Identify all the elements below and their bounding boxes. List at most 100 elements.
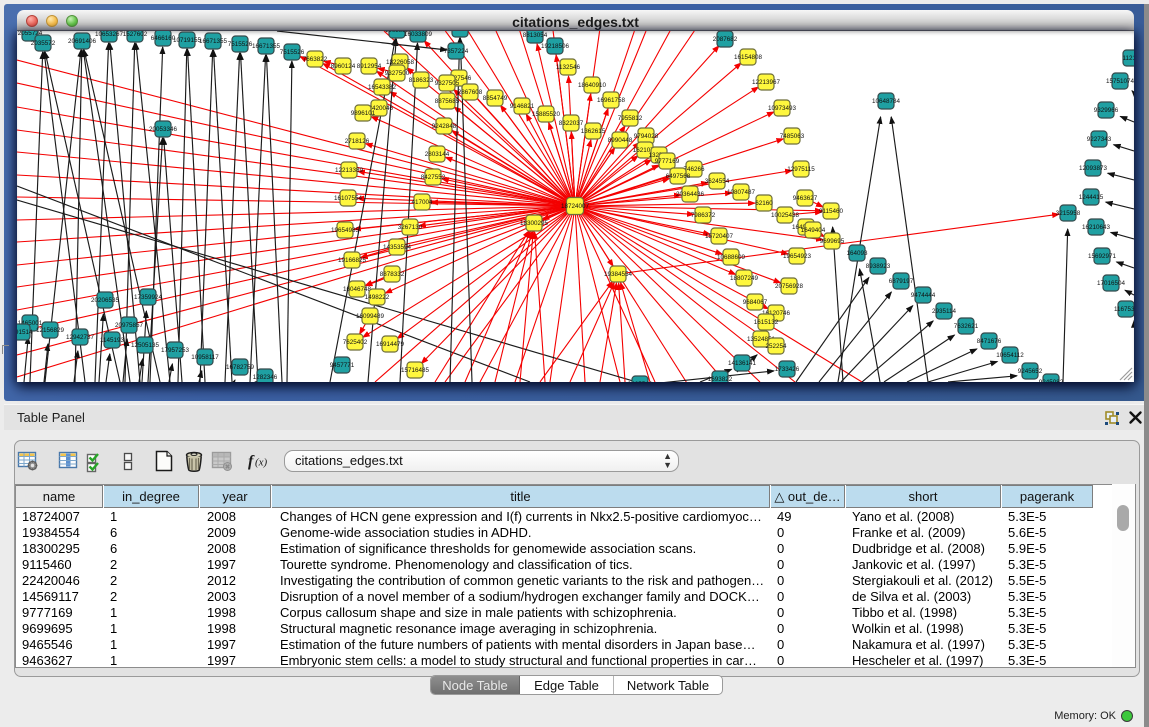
svg-text:16107554: 16107554 xyxy=(334,195,363,202)
svg-text:9115460: 9115460 xyxy=(819,208,844,215)
svg-text:10654112: 10654112 xyxy=(996,352,1024,359)
svg-text:12942737: 12942737 xyxy=(66,334,95,341)
svg-text:1733426: 1733426 xyxy=(775,366,800,373)
svg-text:15720407: 15720407 xyxy=(705,233,734,240)
svg-text:16961758: 16961758 xyxy=(597,97,626,104)
svg-text:20206535: 20206535 xyxy=(91,297,120,304)
svg-text:7955812: 7955812 xyxy=(618,115,643,122)
svg-text:8854749: 8854749 xyxy=(483,95,508,102)
svg-text:1362615: 1362615 xyxy=(581,128,606,135)
svg-text:9146821: 9146821 xyxy=(510,103,535,110)
svg-text:1167533: 1167533 xyxy=(1114,306,1134,313)
svg-text:20691406: 20691406 xyxy=(68,38,97,45)
svg-text:8322037: 8322037 xyxy=(559,120,584,127)
svg-text:12505135: 12505135 xyxy=(131,342,160,349)
svg-text:8813054: 8813054 xyxy=(448,31,473,33)
svg-text:15885520: 15885520 xyxy=(532,111,561,118)
svg-text:3624554: 3624554 xyxy=(705,178,730,185)
svg-text:2935114: 2935114 xyxy=(932,308,957,315)
svg-text:10653267: 10653267 xyxy=(95,31,124,38)
svg-text:17957253: 17957253 xyxy=(161,347,190,354)
svg-text:1527602: 1527602 xyxy=(123,31,148,38)
svg-text:1615132: 1615132 xyxy=(754,319,779,326)
svg-text:9684067: 9684067 xyxy=(743,299,768,306)
svg-text:8960124: 8960124 xyxy=(331,63,356,70)
svg-text:16671355: 16671355 xyxy=(199,38,228,45)
svg-text:16099489: 16099489 xyxy=(356,313,385,320)
svg-text:15692971: 15692971 xyxy=(1088,253,1117,260)
svg-text:15751074: 15751074 xyxy=(1106,78,1134,85)
svg-text:16914479: 16914479 xyxy=(376,341,405,348)
svg-text:10958117: 10958117 xyxy=(191,354,219,361)
svg-text:9242848: 9242848 xyxy=(432,123,457,130)
svg-text:9474444: 9474444 xyxy=(911,292,936,299)
svg-text:6879197: 6879197 xyxy=(889,278,914,285)
svg-text:19654985: 19654985 xyxy=(331,227,360,234)
svg-text:7625402: 7625402 xyxy=(343,339,368,346)
svg-text:2087682: 2087682 xyxy=(713,36,738,43)
svg-text:2803144: 2803144 xyxy=(425,151,450,158)
svg-text:20053346: 20053346 xyxy=(149,126,178,133)
svg-text:62160: 62160 xyxy=(755,200,773,207)
svg-text:8186323: 8186323 xyxy=(409,77,434,84)
svg-text:11218: 11218 xyxy=(1122,55,1134,62)
svg-text:14353594: 14353594 xyxy=(383,244,412,251)
svg-text:17359924: 17359924 xyxy=(134,294,163,301)
svg-text:12213389: 12213389 xyxy=(335,167,364,174)
svg-text:7632621: 7632621 xyxy=(954,323,979,330)
svg-text:18807249: 18807249 xyxy=(730,275,759,282)
svg-text:9777169: 9777169 xyxy=(655,158,680,165)
svg-text:16210643: 16210643 xyxy=(1082,224,1111,231)
svg-text:9245652: 9245652 xyxy=(1018,368,1043,375)
svg-text:8427552: 8427552 xyxy=(421,174,446,181)
svg-text:(x): (x) xyxy=(255,457,268,469)
svg-text:16782759: 16782759 xyxy=(226,364,255,371)
svg-text:16154808: 16154808 xyxy=(734,54,763,61)
svg-text:17016504: 17016504 xyxy=(1097,280,1126,287)
svg-text:7515526: 7515526 xyxy=(280,49,305,56)
svg-text:2718126: 2718126 xyxy=(345,138,370,145)
svg-text:1693822: 1693822 xyxy=(708,376,733,382)
svg-text:10807487: 10807487 xyxy=(727,189,756,196)
svg-text:8875685: 8875685 xyxy=(435,98,460,105)
svg-text:16033809: 16033809 xyxy=(404,31,433,38)
svg-text:16543382: 16543382 xyxy=(368,84,397,91)
svg-text:18300295: 18300295 xyxy=(520,220,549,227)
svg-text:8471676: 8471676 xyxy=(977,338,1002,345)
svg-text:7986372: 7986372 xyxy=(691,212,716,219)
svg-text:10719155: 10719155 xyxy=(173,37,202,44)
svg-text:3267130: 3267130 xyxy=(398,224,423,231)
svg-text:3215958: 3215958 xyxy=(1056,210,1081,217)
svg-text:19166825: 19166825 xyxy=(338,257,367,264)
svg-text:9329966: 9329966 xyxy=(1094,107,1119,114)
svg-text:12093873: 12093873 xyxy=(1079,165,1108,172)
svg-text:9327505: 9327505 xyxy=(435,80,460,87)
svg-text:20364436: 20364436 xyxy=(676,191,705,198)
svg-text:14136141: 14136141 xyxy=(728,360,757,367)
svg-text:10973493: 10973493 xyxy=(768,105,797,112)
svg-text:16671355: 16671355 xyxy=(252,43,281,50)
svg-text:8912954: 8912954 xyxy=(357,63,382,70)
svg-text:9794028: 9794028 xyxy=(634,133,659,140)
svg-text:18724007: 18724007 xyxy=(561,203,590,210)
svg-text:18640910: 18640910 xyxy=(578,82,607,89)
svg-text:164093: 164093 xyxy=(846,250,868,257)
svg-text:6497568: 6497568 xyxy=(666,173,691,180)
svg-text:1498222: 1498222 xyxy=(365,294,390,301)
svg-text:1282346: 1282346 xyxy=(253,374,278,381)
svg-text:2867608: 2867608 xyxy=(458,89,483,96)
svg-text:20975857: 20975857 xyxy=(115,322,144,329)
svg-text:19654923: 19654923 xyxy=(783,253,812,260)
svg-text:8813054: 8813054 xyxy=(523,32,548,39)
svg-text:1244415: 1244415 xyxy=(1079,194,1104,201)
svg-text:20756928: 20756928 xyxy=(775,283,804,290)
svg-text:10648784: 10648784 xyxy=(872,98,901,105)
svg-text:252254: 252254 xyxy=(765,343,787,350)
svg-text:19384554: 19384554 xyxy=(604,271,633,278)
svg-text:16046748: 16046748 xyxy=(343,286,372,293)
svg-text:9465546: 9465546 xyxy=(628,381,653,382)
svg-text:9457771: 9457771 xyxy=(330,362,355,369)
svg-text:10688609: 10688609 xyxy=(717,254,746,261)
svg-text:8938923: 8938923 xyxy=(866,263,891,270)
svg-text:9699695: 9699695 xyxy=(820,238,845,245)
